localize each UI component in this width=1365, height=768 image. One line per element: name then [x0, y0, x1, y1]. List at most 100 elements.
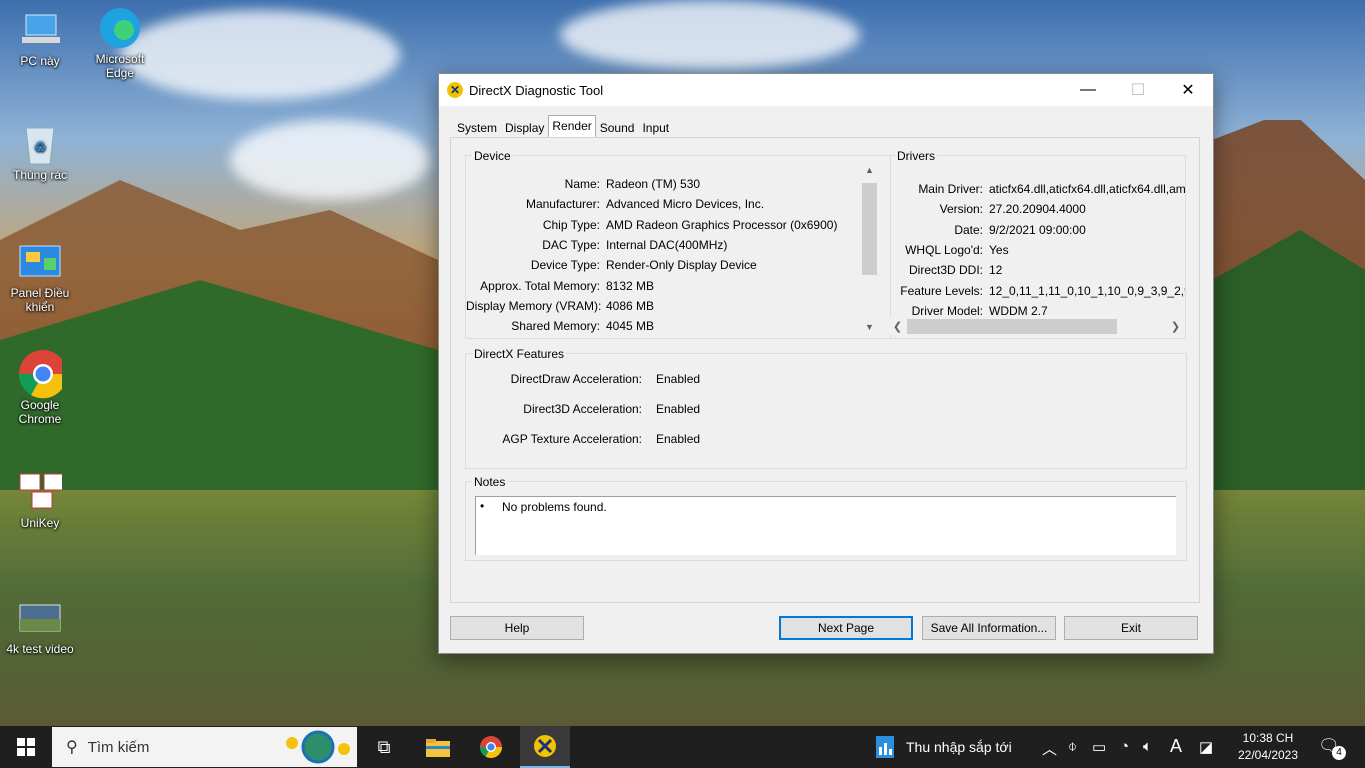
search-icon: ⚲ [66, 739, 78, 756]
render-panel: Device Name: Radeon (TM) 530 Manufacturer:… [450, 137, 1200, 603]
info-label: AGP Texture Acceleration: [502, 432, 642, 446]
info-row: Chip Type: AMD Radeon Graphics Processor … [466, 217, 838, 232]
meet-now-icon[interactable]: ⌽ [1068, 738, 1077, 755]
svg-text:♻: ♻ [34, 139, 47, 155]
note-item: No problems found. [502, 500, 607, 514]
scroll-left-icon[interactable]: ❮ [889, 320, 906, 333]
taskbar-file-explorer[interactable] [415, 726, 461, 768]
unikey-tray-icon[interactable]: ◪ [1199, 738, 1213, 756]
info-row: Display Memory (VRAM): 4086 MB [466, 299, 654, 313]
info-row: Direct3D DDI: 12 [889, 263, 1002, 277]
next-page-button[interactable]: Next Page [779, 616, 913, 640]
tab-sound[interactable]: Sound [596, 118, 639, 138]
scroll-down-icon[interactable]: ▼ [861, 322, 878, 332]
scroll-thumb[interactable] [862, 183, 877, 275]
info-label: Approx. Total Memory: [480, 278, 600, 293]
cloud [560, 0, 860, 70]
scroll-right-icon[interactable]: ❯ [1167, 320, 1184, 333]
drivers-hscrollbar[interactable]: ❮ ❯ [889, 318, 1185, 335]
device-scrollbar[interactable]: ▲ ▼ [861, 162, 878, 334]
info-row: Main Driver: aticfx64.dll,aticfx64.dll,at… [889, 182, 1185, 196]
tab-render[interactable]: Render [548, 115, 596, 138]
info-label: Date: [954, 222, 983, 237]
help-button[interactable]: Help [450, 616, 584, 640]
info-label: WHQL Logo'd: [905, 242, 983, 257]
close-button[interactable]: ✕ [1165, 74, 1211, 106]
info-value: 9/2/2021 09:00:00 [989, 222, 1086, 237]
info-value: Enabled [656, 372, 701, 386]
info-row: Version: 27.20.20904.4000 [889, 202, 1086, 216]
maximize-button[interactable]: ☐ [1115, 74, 1161, 106]
taskbar-search[interactable]: ⚲ Tìm kiếm [52, 727, 357, 767]
start-button[interactable] [0, 726, 52, 768]
tab-input[interactable]: Input [638, 118, 673, 138]
desktop-icon-recycle-bin[interactable]: ♻ Thùng rác [2, 122, 78, 182]
clock-date: 22/04/2023 [1237, 748, 1299, 762]
cloud [120, 10, 400, 100]
desktop-icon-pc[interactable]: PC này [2, 8, 78, 68]
info-row: Shared Memory: 4045 MB [466, 319, 654, 333]
chrome-icon [480, 736, 502, 758]
info-row: AGP Texture Acceleration: Enabled [466, 432, 700, 446]
info-label: Device Type: [530, 258, 600, 273]
desktop-icon-video[interactable]: 4k test video [2, 596, 78, 656]
info-value: Radeon (TM) 530 [606, 177, 701, 191]
hscroll-thumb[interactable] [907, 319, 1117, 334]
exit-button[interactable]: Exit [1064, 616, 1198, 640]
clock-time: 10:38 CH [1242, 731, 1294, 745]
tab-system[interactable]: System [453, 118, 501, 138]
save-all-information-button[interactable]: Save All Information... [922, 616, 1056, 640]
info-label: Manufacturer: [525, 197, 600, 212]
desktop-icon-label: Microsoft Edge [95, 52, 145, 80]
desktop-icon-edge[interactable]: Microsoft Edge [82, 6, 158, 80]
info-row: Driver Model: WDDM 2.7 [889, 304, 1048, 318]
info-value: Internal DAC(400MHz) [606, 237, 728, 252]
chrome-icon [18, 350, 62, 399]
info-value: Render-Only Display Device [606, 258, 757, 273]
notes-group-title: Notes [472, 475, 508, 489]
volume-icon[interactable]: 🔈︎ [1143, 738, 1152, 755]
info-value: 12_0,11_1,11_0,10_1,10_0,9_3,9_2,9 [989, 283, 1185, 298]
device-group-title: Device [472, 149, 513, 163]
minimize-button[interactable]: — [1065, 74, 1111, 106]
battery-icon[interactable]: ▭ [1092, 738, 1106, 756]
directx-icon [534, 735, 556, 757]
tab-display[interactable]: Display [501, 118, 548, 138]
info-label: Chip Type: [542, 217, 600, 232]
info-row: Name: Radeon (TM) 530 [466, 177, 700, 191]
desktop-icon-label: 4k test video [6, 642, 74, 656]
info-row: Direct3D Acceleration: Enabled [466, 402, 700, 416]
taskbar-news-widget[interactable]: Thu nhập sắp tới [868, 726, 1028, 768]
video-thumbnail-icon [18, 596, 62, 640]
info-row: DirectDraw Acceleration: Enabled [466, 372, 700, 386]
info-label: Direct3D DDI: [908, 263, 983, 278]
drivers-group-title: Drivers [895, 149, 937, 163]
info-value: Yes [989, 242, 1009, 257]
unikey-icon [18, 470, 62, 514]
info-row: DAC Type: Internal DAC(400MHz) [466, 238, 727, 252]
info-label: Direct3D Acceleration: [523, 402, 642, 416]
taskbar-dxdiag[interactable] [520, 726, 570, 768]
notes-box: • No problems found. [475, 496, 1176, 555]
pc-icon [18, 8, 62, 52]
info-label: Driver Model: [911, 303, 983, 318]
task-view-icon[interactable]: ⧉ [362, 726, 406, 768]
show-hidden-icons-icon[interactable]: ︿ [1042, 738, 1057, 759]
title-bar[interactable]: ✕ DirectX Diagnostic Tool — ☐ ✕ [439, 74, 1213, 106]
desktop-icon-unikey[interactable]: UniKey [2, 470, 78, 530]
desktop-icon-label: Google Chrome [18, 398, 62, 426]
wifi-icon[interactable]: ◔ [1120, 738, 1129, 755]
taskbar-chrome[interactable] [468, 726, 514, 768]
desktop-icon-chrome[interactable]: Google Chrome [2, 350, 78, 426]
clock[interactable]: 10:38 CH 22/04/2023 [1228, 730, 1308, 764]
drivers-group: Drivers Main Driver: aticfx64.dll,aticfx6… [889, 149, 1186, 339]
info-value: AMD Radeon Graphics Processor (0x6900) [606, 217, 838, 232]
scroll-up-icon[interactable]: ▲ [861, 165, 878, 175]
info-value: 4045 MB [606, 319, 655, 334]
info-row: Approx. Total Memory: 8132 MB [466, 279, 654, 293]
ime-indicator[interactable]: A [1170, 736, 1182, 757]
desktop-icon-control-panel[interactable]: Panel Điều khiển [2, 240, 78, 314]
notification-center-button[interactable]: 🗨︎ 4 [1318, 736, 1348, 760]
control-panel-icon [18, 240, 62, 284]
info-value: Advanced Micro Devices, Inc. [606, 197, 765, 212]
